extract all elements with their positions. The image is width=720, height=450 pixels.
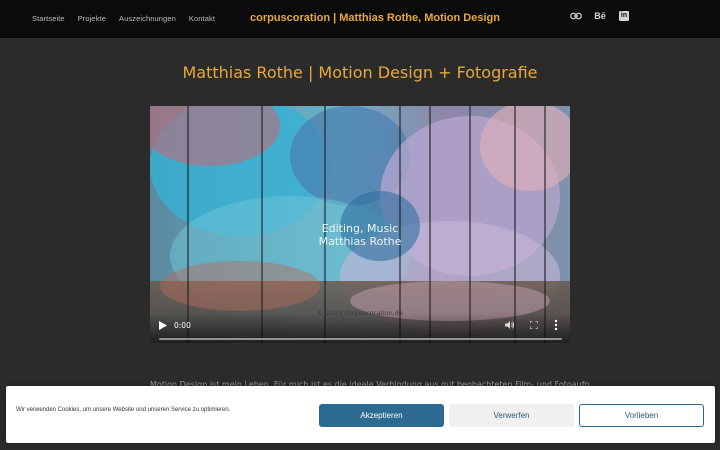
video-overlay-line1: Editing, Music: [321, 222, 399, 235]
social-links: Bē in: [570, 10, 630, 22]
video-overlay-text: Editing, Music Matthias Rothe: [150, 222, 570, 248]
video-progress-bar[interactable]: [159, 338, 562, 340]
cookie-banner: Wir verwenden Cookies, um unsere Website…: [6, 386, 715, 443]
preferences-button[interactable]: Vorlieben: [579, 404, 704, 427]
video-overlay-line2: Matthias Rothe: [318, 235, 402, 248]
linkedin-icon-label: in: [619, 11, 629, 21]
site-header: Startseite Projekte Auszeichnungen Konta…: [0, 0, 720, 38]
site-title[interactable]: corpuscoration | Matthias Rothe, Motion …: [250, 12, 500, 24]
fullscreen-icon[interactable]: [530, 321, 538, 329]
play-icon[interactable]: [159, 321, 167, 330]
video-controls: 0:00: [150, 313, 570, 343]
cookie-text: Wir verwenden Cookies, um unsere Website…: [16, 407, 231, 413]
video-time: 0:00: [174, 321, 191, 330]
more-options-icon[interactable]: [554, 319, 558, 331]
accept-button[interactable]: Akzeptieren: [319, 404, 444, 427]
volume-icon[interactable]: [505, 320, 515, 330]
page-title: Matthias Rothe | Motion Design + Fotogra…: [182, 63, 538, 82]
nav-item-auszeichnungen[interactable]: Auszeichnungen: [119, 14, 176, 23]
main-nav: Startseite Projekte Auszeichnungen Konta…: [32, 14, 215, 23]
link-icon[interactable]: [570, 10, 582, 22]
linkedin-icon[interactable]: in: [618, 10, 630, 22]
nav-item-kontakt[interactable]: Kontakt: [189, 14, 215, 23]
nav-item-startseite[interactable]: Startseite: [32, 14, 65, 23]
deny-button[interactable]: Verwerfen: [449, 404, 574, 427]
behance-icon[interactable]: Bē: [594, 10, 606, 22]
video-player[interactable]: Editing, Music Matthias Rothe © 2023 cor…: [150, 106, 570, 343]
nav-item-projekte[interactable]: Projekte: [78, 14, 106, 23]
